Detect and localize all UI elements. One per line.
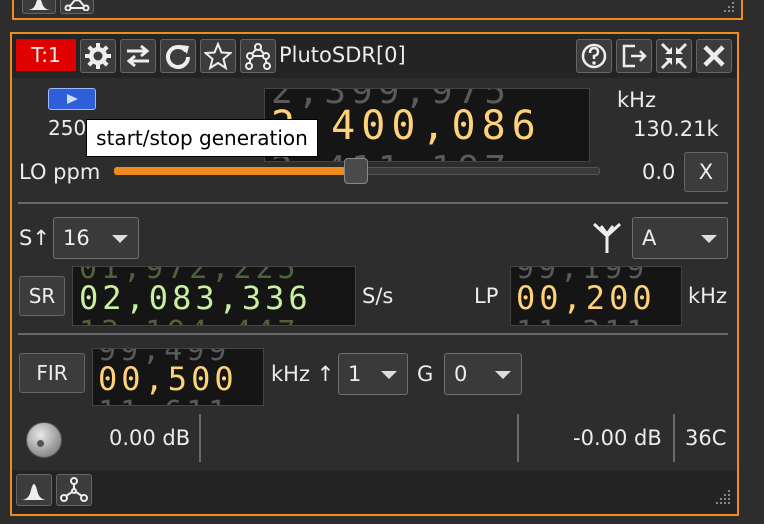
gain-label: G — [417, 362, 434, 386]
spectrum-icon — [21, 484, 47, 500]
chevron-down-icon — [495, 371, 511, 379]
lo-ppm-slider[interactable] — [114, 158, 600, 184]
antenna-icon — [592, 222, 622, 253]
fir-gain-select[interactable]: 1 — [338, 353, 408, 395]
device-set-button[interactable] — [240, 39, 276, 73]
separator — [18, 202, 728, 204]
device-name: PlutoSDR[0] — [279, 43, 406, 67]
settings-button[interactable] — [80, 39, 116, 73]
lp-label: LP — [474, 284, 499, 308]
temperature-value: 36C — [685, 426, 727, 450]
chevron-down-icon — [112, 235, 128, 243]
device-set-button[interactable] — [56, 474, 92, 506]
gain-select[interactable]: 0 — [444, 353, 522, 395]
shrink-button[interactable] — [656, 39, 692, 73]
gain-select-value: 0 — [454, 362, 468, 386]
spectrum-button[interactable] — [16, 474, 52, 506]
close-button[interactable] — [696, 39, 732, 73]
tooltip: start/stop generation — [86, 119, 318, 157]
reload-button[interactable] — [160, 39, 196, 73]
lo-ppm-label: LO ppm — [19, 160, 101, 184]
swap-label: S↑ — [19, 226, 50, 250]
fir-bandwidth-dial[interactable]: 99,499 11,611 00,500 — [92, 348, 264, 406]
power-value: -0.00 dB — [573, 426, 662, 450]
help-icon — [581, 43, 607, 69]
play-button[interactable] — [48, 88, 96, 110]
lowpass-unit: kHz — [688, 284, 727, 308]
separator — [517, 414, 519, 462]
chevron-down-icon — [381, 371, 397, 379]
lowpass-value: 00,200 — [516, 279, 656, 317]
lo-ppm-value: 0.0 — [642, 160, 676, 184]
antenna-select-value: A — [642, 226, 657, 250]
spectrum-icon — [27, 0, 51, 10]
lowpass-dial[interactable]: 99,199 11,311 00,200 — [510, 266, 682, 326]
sample-rate-dial[interactable]: 01,972,225 13,194,447 02,083,336 — [72, 266, 356, 326]
network-button[interactable] — [60, 0, 94, 14]
antenna-select[interactable]: A — [632, 217, 728, 259]
chevron-down-icon — [701, 235, 717, 243]
fir-gain-select-value: 1 — [348, 362, 362, 386]
refresh-icon — [166, 45, 190, 69]
close-icon — [703, 45, 725, 67]
star-icon — [204, 42, 232, 70]
swap-select-value: 16 — [63, 226, 90, 250]
sample-rate-unit: S/s — [362, 284, 394, 308]
spectrum-button[interactable] — [22, 0, 56, 14]
network-icon — [60, 477, 88, 502]
favorite-button[interactable] — [200, 39, 236, 73]
slider-fill — [114, 167, 348, 175]
frequency-unit: kHz — [617, 88, 656, 112]
network-icon — [245, 43, 271, 70]
lo-ppm-reset-button[interactable]: X — [684, 152, 728, 192]
ppm-readout: 130.21k — [633, 117, 719, 141]
sample-rate-value: 02,083,336 — [79, 279, 312, 317]
resize-grip-icon[interactable] — [716, 0, 736, 14]
move-to-workspace-button[interactable] — [616, 39, 652, 73]
knob-indicator — [37, 440, 44, 447]
bottom-toolbar — [12, 470, 737, 514]
swap-button[interactable] — [120, 39, 156, 73]
slider-handle[interactable] — [344, 158, 368, 184]
separator — [199, 414, 201, 462]
fir-bandwidth-value: 00,500 — [98, 360, 238, 398]
attenuation-knob[interactable] — [26, 422, 62, 458]
fir-button[interactable]: FIR — [19, 353, 85, 393]
resize-grip-icon[interactable] — [712, 486, 732, 506]
attenuation-value: 0.00 dB — [109, 426, 191, 450]
sample-rate-prefix: 250 — [48, 116, 87, 140]
swap-arrows-icon — [126, 44, 150, 68]
gear-icon — [85, 43, 111, 69]
separator — [673, 414, 675, 462]
help-button[interactable] — [576, 39, 612, 73]
previous-device-frame — [12, 0, 743, 20]
fir-unit: kHz ↑ — [271, 362, 335, 386]
play-icon — [67, 94, 78, 104]
shrink-icon — [660, 42, 688, 70]
swap-select[interactable]: 16 — [53, 217, 139, 259]
separator — [18, 333, 728, 335]
tab-badge[interactable]: T:1 — [16, 39, 76, 71]
network-icon — [64, 0, 90, 11]
sr-button[interactable]: SR — [19, 276, 65, 316]
exit-icon — [622, 44, 647, 68]
